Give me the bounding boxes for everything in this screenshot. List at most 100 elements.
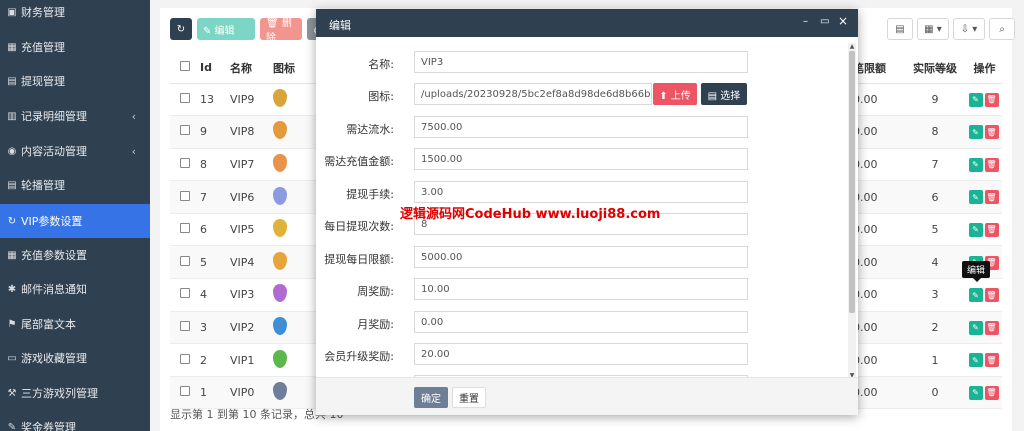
sidebar-item-withdraw[interactable]: ▤ 提现管理 — [0, 64, 150, 98]
row-edit-button[interactable]: ✎ — [968, 385, 983, 400]
minimize-icon[interactable]: – — [803, 16, 808, 27]
row-checkbox[interactable] — [180, 353, 190, 364]
cell-name: VIP3 — [230, 278, 273, 312]
confirm-button[interactable]: 确定 — [414, 387, 448, 408]
monthly-reward-field[interactable]: 0.00 — [414, 311, 748, 333]
row-checkbox[interactable] — [180, 92, 190, 103]
list-icon: ▤ — [7, 75, 17, 87]
sidebar-item-label: 提现管理 — [21, 75, 65, 88]
vip-medal-icon — [273, 88, 287, 107]
sidebar-item-bonus-voucher[interactable]: ✎ 奖金券管理 — [0, 410, 150, 431]
recharge-amount-field[interactable]: 1500.00 — [414, 148, 748, 170]
sidebar-item-third-party-games[interactable]: ⚒ 三方游戏列管理 — [0, 376, 150, 410]
column-level[interactable]: 实际等级 — [903, 53, 967, 84]
edit-button[interactable]: ✎ 编辑 — [197, 18, 255, 40]
edit-tooltip: 编辑 — [962, 261, 991, 282]
scroll-up-arrow[interactable]: ▲ — [848, 43, 856, 50]
vip-medal-icon — [273, 219, 287, 238]
row-checkbox[interactable] — [180, 255, 190, 266]
sidebar-item-label: 奖金券管理 — [21, 421, 76, 431]
select-all-checkbox[interactable] — [180, 61, 190, 72]
bar-chart-icon: ▥ — [7, 110, 17, 122]
sidebar-item-content[interactable]: ◉ 内容活动管理 ‹ — [0, 134, 150, 168]
row-checkbox[interactable] — [180, 157, 190, 168]
sidebar-item-carousel[interactable]: ▤ 轮播管理 — [0, 168, 150, 202]
scroll-thumb[interactable] — [849, 51, 855, 313]
sidebar-item-records[interactable]: ▥ 记录明细管理 ‹ — [0, 99, 150, 133]
row-delete-button[interactable]: 🗑 — [984, 320, 999, 335]
toggle-view-button[interactable]: ▤ — [887, 18, 913, 40]
cell-id: 5 — [200, 245, 230, 280]
row-delete-button[interactable]: 🗑 — [984, 222, 999, 237]
row-checkbox[interactable] — [180, 386, 190, 397]
row-delete-button[interactable]: 🗑 — [984, 125, 999, 140]
grid-icon: ▦ — [7, 41, 17, 53]
sidebar-item-mail-notify[interactable]: ✱ 邮件消息通知 — [0, 272, 150, 306]
row-checkbox[interactable] — [180, 190, 190, 201]
vip-medal-icon — [273, 186, 287, 205]
withdraw-fee-field[interactable]: 3.00 — [414, 181, 748, 203]
icon-path-field[interactable]: /uploads/20230928/5bc2ef8a8d98de6d8b66b3… — [414, 83, 652, 105]
flag-icon: ⚑ — [7, 318, 17, 330]
row-checkbox[interactable] — [180, 223, 190, 234]
sidebar-item-recharge-settings[interactable]: ▦ 充值参数设置 — [0, 238, 150, 272]
sidebar-item-recharge[interactable]: ▦ 充值管理 — [0, 30, 150, 64]
row-delete-button[interactable]: 🗑 — [984, 385, 999, 400]
maximize-icon[interactable]: ▭ — [820, 16, 829, 27]
row-delete-button[interactable]: 🗑 — [984, 288, 999, 303]
sidebar-item-finance[interactable]: ▣ 财务管理 — [0, 0, 150, 29]
row-edit-button[interactable]: ✎ — [968, 320, 983, 335]
row-edit-button[interactable]: ✎ — [968, 92, 983, 107]
upload-button[interactable]: ⬆ 上传 — [653, 83, 697, 105]
sidebar-item-footer-text[interactable]: ⚑ 尾部富文本 — [0, 307, 150, 341]
export-dropdown[interactable]: ⇩ ▾ — [953, 18, 985, 40]
cell-name: VIP4 — [230, 245, 273, 280]
select-button[interactable]: ▤ 选择 — [701, 83, 747, 105]
row-checkbox[interactable] — [180, 125, 190, 136]
row-delete-button[interactable]: 🗑 — [984, 92, 999, 107]
column-limit[interactable]: 笔限额 — [853, 53, 903, 84]
row-delete-button[interactable]: 🗑 — [984, 157, 999, 172]
row-delete-button[interactable]: 🗑 — [984, 353, 999, 368]
column-icon[interactable]: 图标 — [273, 53, 313, 84]
row-checkbox[interactable] — [180, 320, 190, 331]
refresh-button[interactable]: ↻ — [170, 18, 192, 40]
cell-level: 8 — [903, 115, 967, 149]
row-edit-button[interactable]: ✎ — [968, 190, 983, 205]
row-edit-button[interactable]: ✎ — [968, 222, 983, 237]
cell-id: 2 — [200, 343, 230, 377]
row-delete-button[interactable]: 🗑 — [984, 190, 999, 205]
form-row-weekly: 周奖励: 10.00 — [316, 278, 846, 300]
column-name[interactable]: 名称 — [230, 53, 273, 84]
sidebar-item-label: 邮件消息通知 — [21, 283, 87, 296]
cell-id: 6 — [200, 213, 230, 247]
upgrade-reward-field[interactable]: 20.00 — [414, 343, 748, 365]
sidebar-item-label: 内容活动管理 — [21, 145, 87, 158]
row-edit-button[interactable]: ✎ — [968, 157, 983, 172]
vip-medal-icon — [273, 316, 287, 335]
sidebar-item-label: 轮播管理 — [21, 179, 65, 192]
cell-limit: 0.00 — [853, 83, 903, 117]
row-edit-button[interactable]: ✎ — [968, 125, 983, 140]
column-id[interactable]: Id — [200, 53, 230, 84]
row-edit-button[interactable]: ✎ — [968, 353, 983, 368]
reset-button[interactable]: 重置 — [452, 387, 486, 408]
daily-withdraw-limit-field[interactable]: 5000.00 — [414, 246, 748, 268]
delete-button[interactable]: 🗑 删除 — [260, 18, 302, 44]
cell-id: 4 — [200, 278, 230, 312]
vip-medal-icon — [273, 251, 287, 270]
cell-level: 0 — [903, 376, 967, 410]
sidebar-item-vip-settings[interactable]: ↻ VIP参数设置 — [0, 204, 150, 238]
turnover-field[interactable]: 7500.00 — [414, 116, 748, 138]
weekly-reward-field[interactable]: 10.00 — [414, 278, 748, 300]
row-edit-button[interactable]: ✎ — [968, 288, 983, 303]
field-label: 会员升级奖励: — [324, 350, 394, 363]
search-button[interactable]: ⌕ — [989, 18, 1015, 40]
modal-scrollbar[interactable]: ▲ ▼ — [848, 43, 856, 379]
close-icon[interactable]: × — [838, 14, 848, 28]
columns-dropdown[interactable]: ▦ ▾ — [917, 18, 949, 40]
sidebar-item-game-favorites[interactable]: ▭ 游戏收藏管理 — [0, 341, 150, 375]
row-checkbox[interactable] — [180, 288, 190, 299]
name-field[interactable]: VIP3 — [414, 51, 748, 73]
cell-name: VIP5 — [230, 213, 273, 247]
